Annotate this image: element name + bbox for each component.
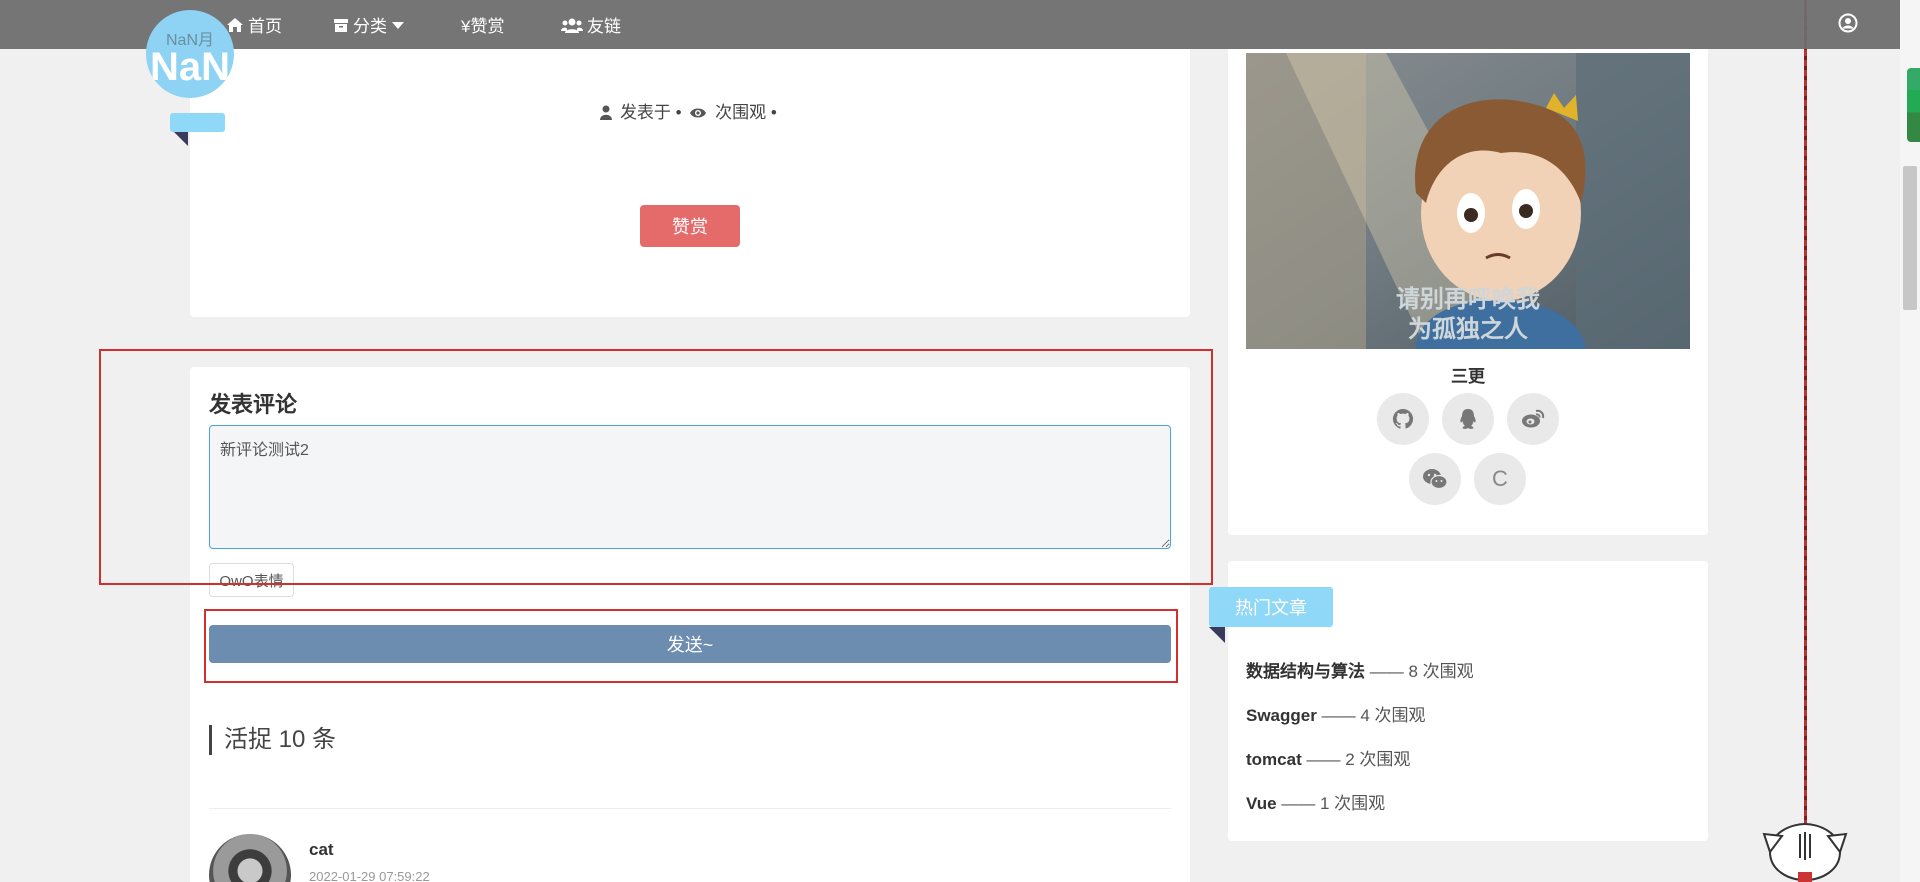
hot-tag-fold-decoration bbox=[1209, 627, 1225, 643]
avatar[interactable] bbox=[209, 834, 291, 882]
user-account-button[interactable] bbox=[1838, 13, 1858, 38]
nav-reward[interactable]: ¥赞赏 bbox=[461, 12, 504, 37]
nav-reward-label: ¥赞赏 bbox=[461, 17, 505, 36]
hot-article-item[interactable]: Swagger —— 4 次围观 bbox=[1246, 701, 1426, 726]
qq-icon[interactable] bbox=[1442, 393, 1494, 445]
nav-home[interactable]: 首页 bbox=[226, 12, 282, 37]
csdn-icon[interactable]: C bbox=[1474, 453, 1526, 505]
github-icon[interactable] bbox=[1377, 393, 1429, 445]
hot-article-views: —— 4 次围观 bbox=[1321, 706, 1426, 725]
user-icon bbox=[600, 105, 613, 120]
top-navbar: 首页 分类 ¥赞赏 友链 bbox=[0, 0, 1900, 49]
hot-article-title: 数据结构与算法 bbox=[1246, 662, 1365, 681]
hot-articles-tag: 热门文章 bbox=[1209, 587, 1333, 627]
comment-textarea[interactable] bbox=[209, 425, 1171, 549]
hot-article-title: Swagger bbox=[1246, 706, 1317, 725]
archive-icon bbox=[334, 18, 348, 32]
reward-button[interactable]: 赞赏 bbox=[640, 205, 740, 247]
comment-timestamp: 2022-01-29 07:59:22 bbox=[309, 869, 430, 882]
comment-form-title: 发表评论 bbox=[209, 392, 298, 417]
nav-home-label: 首页 bbox=[248, 17, 282, 36]
nav-friends-label: 友链 bbox=[587, 17, 621, 36]
hot-article-views: —— 2 次围观 bbox=[1306, 750, 1411, 769]
hot-article-views: —— 8 次围观 bbox=[1369, 662, 1474, 681]
caption-line-2: 为孤独之人 bbox=[1408, 316, 1528, 343]
comment-username[interactable]: cat bbox=[309, 840, 334, 860]
hot-article-title: Vue bbox=[1246, 794, 1277, 813]
post-posted-label: 发表于 • bbox=[619, 103, 682, 122]
post-views-label: 次围观 • bbox=[715, 103, 777, 122]
scrollbar-thumb[interactable] bbox=[1903, 166, 1917, 310]
weibo-icon[interactable] bbox=[1507, 393, 1559, 445]
csdn-label: C bbox=[1492, 466, 1508, 491]
eye-icon bbox=[690, 108, 707, 118]
nav-friends[interactable]: 友链 bbox=[561, 12, 621, 37]
profile-card: 请别再呼唤我 为孤独之人 三更 C bbox=[1228, 30, 1708, 535]
hot-article-views: —— 1 次围观 bbox=[1281, 794, 1386, 813]
ribbon-decoration bbox=[170, 113, 225, 132]
site-logo[interactable]: NaN月 NaN bbox=[146, 10, 234, 98]
owo-emoji-button[interactable]: OwO表情 bbox=[209, 563, 294, 597]
users-icon bbox=[561, 18, 583, 33]
caret-down-icon bbox=[392, 21, 404, 29]
hot-article-item[interactable]: 数据结构与算法 —— 8 次围观 bbox=[1246, 657, 1474, 682]
comment-count-title: 活捉 10 条 bbox=[209, 725, 336, 755]
post-card: 发表于 • 次围观 • 赞赏 bbox=[190, 30, 1190, 317]
caption-line-1: 请别再呼唤我 bbox=[1396, 286, 1540, 313]
nav-category-label: 分类 bbox=[353, 17, 387, 36]
post-meta: 发表于 • 次围观 • bbox=[190, 98, 1190, 123]
cat-scroll-top-icon[interactable] bbox=[1762, 812, 1848, 882]
scroll-to-top-rope[interactable] bbox=[1804, 0, 1807, 882]
user-circle-icon bbox=[1838, 13, 1858, 33]
hot-article-title: tomcat bbox=[1246, 750, 1302, 769]
ribbon-fold-decoration bbox=[174, 132, 188, 146]
logo-big-text: NaN bbox=[149, 45, 231, 89]
send-comment-button[interactable]: 发送~ bbox=[209, 625, 1171, 663]
profile-name: 三更 bbox=[1451, 367, 1485, 386]
nav-category[interactable]: 分类 bbox=[333, 12, 405, 37]
wechat-icon[interactable] bbox=[1409, 453, 1461, 505]
profile-image: 请别再呼唤我 为孤独之人 bbox=[1246, 53, 1690, 349]
comment-divider bbox=[209, 808, 1171, 809]
side-widget-tab[interactable] bbox=[1907, 68, 1920, 142]
hot-article-item[interactable]: tomcat —— 2 次围观 bbox=[1246, 745, 1410, 770]
comment-card: 发表评论 OwO表情 发送~ 活捉 10 条 cat 2022-01-29 07… bbox=[190, 367, 1190, 882]
profile-image-caption: 请别再呼唤我 为孤独之人 bbox=[1246, 285, 1690, 345]
hot-article-item[interactable]: Vue —— 1 次围观 bbox=[1246, 789, 1385, 814]
